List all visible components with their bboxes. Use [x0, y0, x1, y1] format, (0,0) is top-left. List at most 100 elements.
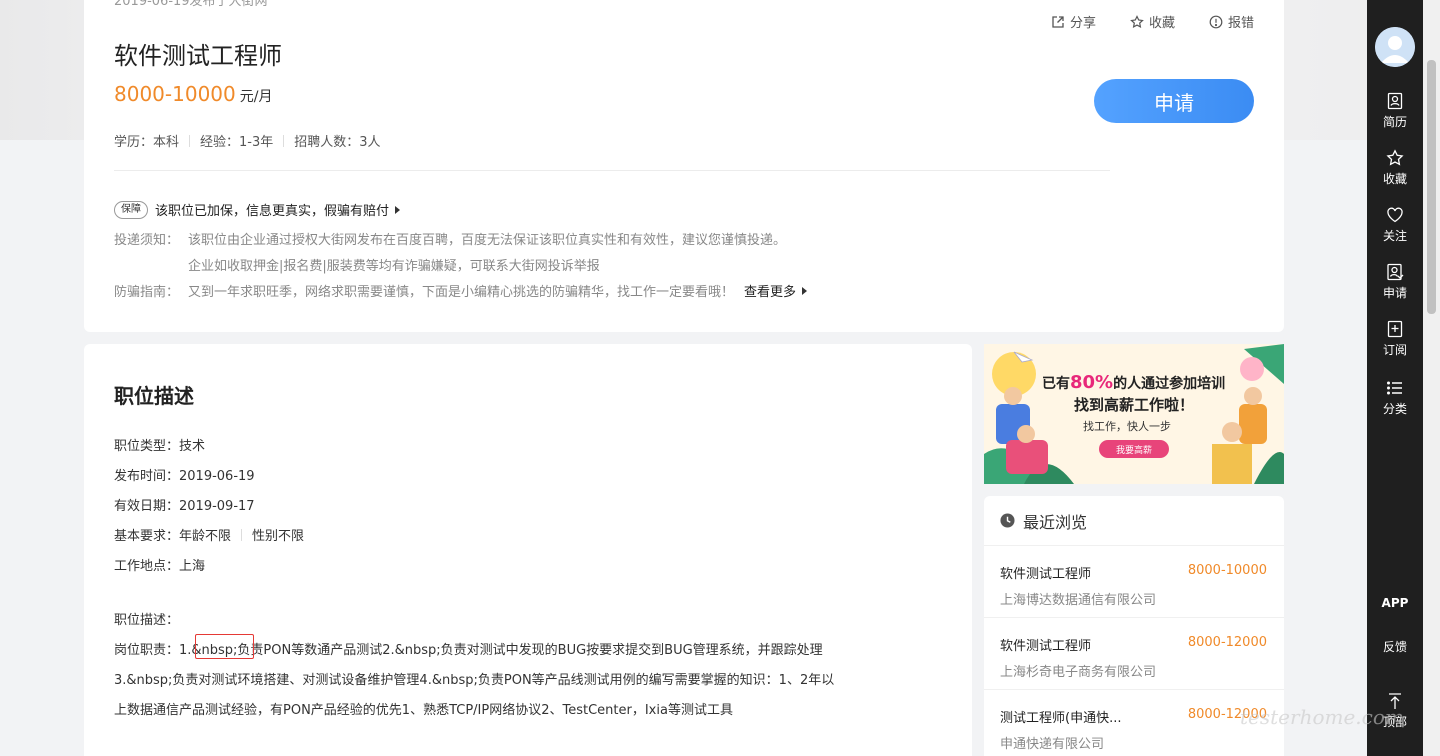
- recent-job-salary: 8000-12000: [1187, 635, 1267, 650]
- sidebar-follow-label: 关注: [1382, 229, 1407, 243]
- salary-unit: 元/月: [239, 89, 273, 105]
- training-ad-banner[interactable]: 已有80%的人通过参加培训 找到高薪工作啦！ 找工作，快人一步 我要高薪: [984, 344, 1284, 484]
- sidebar-resume[interactable]: 简历: [1367, 92, 1423, 130]
- watermark: testerhome.com: [1240, 705, 1404, 729]
- sidebar-apply-label: 申请: [1382, 286, 1407, 300]
- apply-user-icon: [1387, 263, 1404, 281]
- banner-headline: 已有80%的人通过参加培训: [1042, 372, 1225, 393]
- resume-icon: [1387, 92, 1403, 110]
- job-description-card: 职位描述 职位类型：技术 发布时间：2019-06-19 有效日期：2019-0…: [84, 344, 972, 756]
- fraud-text: 又到一年求职旺季，网络求职需要谨慎，下面是小编精心挑选的防骗精华，找工作一定要看…: [188, 285, 735, 300]
- banner-percent: 80%: [1070, 372, 1114, 393]
- scrollbar-thumb[interactable]: [1427, 60, 1436, 314]
- favorite-button[interactable]: 收藏: [1130, 12, 1175, 31]
- guarantee-text: 该职位已加保，信息更真实，假骗有赔付: [155, 204, 390, 219]
- recent-job-title: 软件测试工程师: [1000, 639, 1092, 654]
- highlight-box: [195, 634, 254, 659]
- description-line-2: 3.&nbsp;负责对测试环境搭建、对测试设备维护管理4.&nbsp;负责PON…: [114, 673, 835, 688]
- sidebar-feedback-label: 反馈: [1382, 640, 1407, 654]
- recent-job-title: 测试工程师(申通快...: [1000, 711, 1122, 726]
- publish-info: 2019-06-19发布于大街网: [114, 0, 268, 9]
- clock-icon: [1000, 513, 1015, 528]
- sidebar-category-label: 分类: [1382, 402, 1407, 416]
- section-title: 职位描述: [114, 384, 194, 408]
- header-divider: [114, 170, 1110, 171]
- req-education: 学历：本科: [114, 135, 180, 150]
- sidebar-app[interactable]: APP: [1367, 596, 1423, 610]
- description-label: 职位描述：: [114, 613, 180, 628]
- publish-date: 发布时间：2019-06-19: [114, 469, 255, 484]
- divider: [241, 528, 243, 541]
- age-requirement: 基本要求：年龄不限: [114, 529, 232, 544]
- user-avatar-icon: [1375, 27, 1415, 67]
- banner-text-a: 已有: [1042, 376, 1070, 392]
- recent-job-company: 上海杉奇电子商务有限公司: [1000, 665, 1157, 680]
- recent-job-company: 申通快递有限公司: [1000, 737, 1105, 752]
- avatar[interactable]: [1375, 27, 1415, 67]
- share-label: 分享: [1069, 16, 1096, 31]
- caret-right-icon: [802, 286, 808, 295]
- delivery-text: 该职位由企业通过授权大街网发布在百度百聘，百度无法保证该职位真实性和有效性，建议…: [188, 233, 787, 248]
- recently-viewed-panel: 最近浏览 软件测试工程师 8000-10000 上海博达数据通信有限公司 软件测…: [984, 496, 1284, 756]
- recent-title: 最近浏览: [1023, 512, 1088, 532]
- job-type: 职位类型：技术: [114, 439, 206, 454]
- banner-cta-button[interactable]: 我要高薪: [1099, 440, 1169, 458]
- sidebar-category[interactable]: 分类: [1367, 379, 1423, 417]
- job-header-card: 2019-06-19发布于大街网 软件测试工程师 8000-10000 元/月 学…: [84, 0, 1284, 332]
- sidebar-subscribe-label: 订阅: [1382, 343, 1407, 357]
- job-actions: 分享 收藏 报错: [1051, 12, 1254, 31]
- fraud-guide: 防骗指南： 又到一年求职旺季，网络求职需要谨慎，下面是小编精心挑选的防骗精华，找…: [114, 281, 808, 300]
- delivery-text-2: 企业如收取押金|报名费|服装费等均有诈骗嫌疑，可联系大街网投诉举报: [188, 259, 600, 274]
- sidebar-favorite[interactable]: 收藏: [1367, 149, 1423, 187]
- req-experience: 经验：1-3年: [200, 135, 274, 150]
- basic-requirements: 基本要求：年龄不限 性别不限: [114, 525, 304, 544]
- divider: [283, 134, 285, 147]
- recent-job-item[interactable]: 软件测试工程师 8000-12000 上海杉奇电子商务有限公司: [984, 618, 1284, 690]
- req-headcount: 招聘人数：3人: [294, 135, 381, 150]
- sidebar-subscribe[interactable]: 订阅: [1367, 320, 1423, 358]
- job-title: 软件测试工程师: [114, 42, 282, 70]
- sidebar-app-label: APP: [1381, 596, 1409, 610]
- sidebar-favorite-label: 收藏: [1382, 172, 1407, 186]
- guarantee-badge: 保障: [114, 200, 148, 219]
- work-location: 工作地点：上海: [114, 559, 206, 574]
- guarantee-banner[interactable]: 保障 该职位已加保，信息更真实，假骗有赔付: [114, 200, 401, 219]
- banner-text-b: 的人通过参加培训: [1113, 376, 1226, 392]
- salary-range: 8000-10000: [114, 82, 236, 106]
- apply-button[interactable]: 申请: [1094, 79, 1254, 123]
- sidebar-feedback[interactable]: 反馈: [1367, 638, 1423, 655]
- caret-right-icon: [395, 205, 401, 214]
- recent-job-title: 软件测试工程师: [1000, 567, 1092, 582]
- list-icon: [1387, 381, 1402, 395]
- recent-job-item[interactable]: 测试工程师(申通快... 8000-12000 申通快递有限公司: [984, 690, 1284, 756]
- star-icon: [1130, 14, 1144, 28]
- heart-icon: [1387, 207, 1403, 223]
- salary: 8000-10000 元/月: [114, 82, 272, 106]
- report-button[interactable]: 报错: [1209, 12, 1254, 31]
- fraud-label: 防骗指南：: [114, 285, 180, 300]
- gender-requirement: 性别不限: [252, 529, 305, 544]
- share-button[interactable]: 分享: [1051, 12, 1096, 31]
- banner-tagline: 找工作，快人一步: [1083, 420, 1171, 433]
- delivery-notice: 投递须知： 该职位由企业通过授权大街网发布在百度百聘，百度无法保证该职位真实性和…: [114, 229, 786, 248]
- valid-date: 有效日期：2019-09-17: [114, 499, 255, 514]
- recent-job-salary: 8000-10000: [1187, 563, 1267, 578]
- sidebar-resume-label: 简历: [1382, 115, 1407, 129]
- recent-job-item[interactable]: 软件测试工程师 8000-10000 上海博达数据通信有限公司: [984, 546, 1284, 618]
- delivery-notice-2: 企业如收取押金|报名费|服装费等均有诈骗嫌疑，可联系大街网投诉举报: [188, 255, 600, 274]
- share-icon: [1052, 15, 1064, 28]
- job-requirements: 学历：本科 经验：1-3年 招聘人数：3人: [114, 131, 381, 150]
- warning-icon: [1209, 15, 1223, 28]
- star-icon: [1386, 149, 1404, 166]
- see-more-link[interactable]: 查看更多: [744, 281, 808, 300]
- description-line-3: 上数据通信产品测试经验，有PON产品经验的优先1、熟悉TCP/IP网络协议2、T…: [114, 703, 733, 718]
- right-sidebar: 简历 收藏 关注 申请 订阅 分类 APP 反馈 顶部: [1367, 0, 1423, 756]
- recent-header: 最近浏览: [984, 496, 1284, 546]
- sidebar-follow[interactable]: 关注: [1367, 206, 1423, 244]
- divider: [189, 134, 191, 147]
- favorite-label: 收藏: [1148, 16, 1175, 31]
- delivery-label: 投递须知：: [114, 233, 180, 248]
- banner-subheadline: 找到高薪工作啦！: [1074, 396, 1195, 414]
- sidebar-apply[interactable]: 申请: [1367, 263, 1423, 301]
- subscribe-icon: [1387, 320, 1403, 338]
